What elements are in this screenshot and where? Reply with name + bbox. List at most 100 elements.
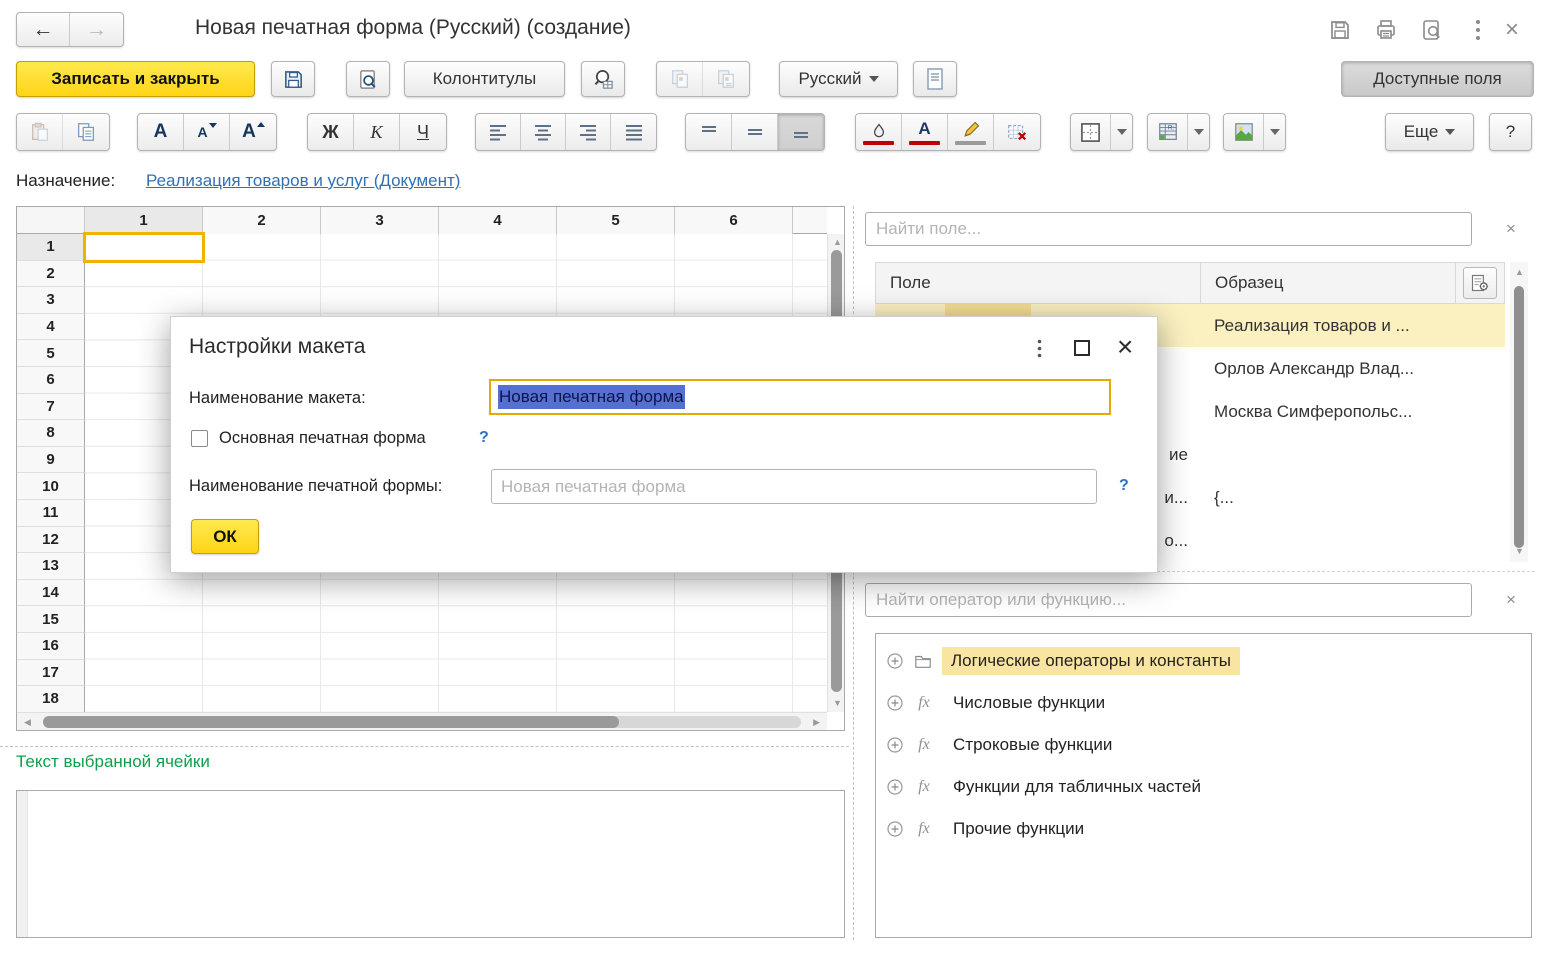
horizontal-splitter[interactable] <box>0 746 849 747</box>
grid-row-header[interactable]: 16 <box>17 633 85 660</box>
named-areas-button[interactable]: R: <box>1148 114 1188 150</box>
grid-row-header[interactable]: 1 <box>17 234 85 261</box>
grid-row-header[interactable]: 6 <box>17 367 85 394</box>
available-fields-button[interactable]: Доступные поля <box>1341 61 1534 97</box>
align-right-button[interactable] <box>566 114 611 150</box>
align-center-button[interactable] <box>521 114 566 150</box>
fields-scrollbar[interactable]: ▲ ▼ <box>1510 262 1528 562</box>
layout-name-input[interactable]: Новая печатная форма <box>489 379 1111 415</box>
tree-item[interactable]: fxФункции для табличных частей <box>876 766 1531 808</box>
language-select[interactable]: Русский <box>779 61 898 97</box>
grid-row-header[interactable]: 18 <box>17 686 85 713</box>
grid-row-header[interactable]: 3 <box>17 287 85 314</box>
grid-row-header[interactable]: 5 <box>17 340 85 367</box>
grid-row-header[interactable]: 14 <box>17 580 85 607</box>
grid-row-header[interactable]: 7 <box>17 394 85 421</box>
expand-icon[interactable] <box>886 778 904 796</box>
borders-button[interactable] <box>1071 114 1111 150</box>
grid-hscroll-thumb[interactable] <box>43 716 619 728</box>
grid-row-header[interactable]: 8 <box>17 420 85 447</box>
italic-button[interactable]: К <box>354 114 400 150</box>
underline-button[interactable]: Ч <box>400 114 446 150</box>
close-window-button[interactable]: × <box>1498 16 1526 44</box>
tree-item[interactable]: fxПрочие функции <box>876 808 1531 850</box>
find-button[interactable] <box>581 61 625 97</box>
save-window-button[interactable] <box>1326 16 1354 44</box>
save-and-close-button[interactable]: Записать и закрыть <box>16 61 255 97</box>
bold-button[interactable]: Ж <box>308 114 354 150</box>
grid-horizontal-scrollbar[interactable]: ◀ ▶ <box>17 712 827 730</box>
dialog-close-button[interactable]: × <box>1117 331 1133 363</box>
print-window-button[interactable] <box>1372 16 1400 44</box>
valign-top-button[interactable] <box>686 114 732 150</box>
clear-format-button[interactable] <box>994 114 1040 150</box>
page-settings-button[interactable] <box>913 61 957 97</box>
scroll-down-icon[interactable]: ▼ <box>833 699 842 708</box>
copy-format-button[interactable] <box>657 62 703 96</box>
scroll-up-icon[interactable]: ▲ <box>1515 268 1524 277</box>
back-button[interactable]: ← <box>17 13 70 46</box>
save-button[interactable] <box>271 61 315 97</box>
font-smaller-button[interactable]: A <box>184 114 230 150</box>
valign-middle-button[interactable] <box>732 114 778 150</box>
grid-column-header[interactable]: 4 <box>439 207 557 234</box>
grid-column-header[interactable]: 1 <box>85 207 203 234</box>
copy-button[interactable] <box>63 114 109 150</box>
dialog-more-button[interactable] <box>1029 337 1049 359</box>
table-settings-button[interactable] <box>1463 267 1497 299</box>
fields-scroll-thumb[interactable] <box>1514 286 1524 548</box>
help-question-icon[interactable]: ? <box>479 429 489 447</box>
grid-row-header[interactable]: 2 <box>17 261 85 288</box>
grid-column-header[interactable]: 2 <box>203 207 321 234</box>
border-color-button[interactable] <box>948 114 994 150</box>
more-window-button[interactable] <box>1464 16 1492 44</box>
scroll-left-icon[interactable]: ◀ <box>24 718 31 727</box>
paste-format-button[interactable] <box>703 62 749 96</box>
named-areas-caret[interactable] <box>1188 114 1209 150</box>
assignment-link[interactable]: Реализация товаров и услуг (Документ) <box>146 171 460 191</box>
fill-color-button[interactable] <box>856 114 902 150</box>
tree-item[interactable]: fxСтроковые функции <box>876 724 1531 766</box>
help-question-icon[interactable]: ? <box>1119 477 1129 495</box>
borders-caret[interactable] <box>1111 114 1132 150</box>
font-button[interactable]: A <box>138 114 184 150</box>
search-function-input[interactable] <box>865 583 1472 617</box>
grid-row-header[interactable]: 10 <box>17 473 85 500</box>
grid-column-header[interactable]: 6 <box>675 207 793 234</box>
preview-window-button[interactable] <box>1418 16 1446 44</box>
print-preview-button[interactable] <box>346 61 390 97</box>
clear-search-icon[interactable]: × <box>1502 220 1520 238</box>
grid-row-header[interactable]: 13 <box>17 553 85 580</box>
expand-icon[interactable] <box>886 694 904 712</box>
dialog-maximize-button[interactable] <box>1074 340 1090 356</box>
paste-button[interactable] <box>17 114 63 150</box>
clear-search-icon[interactable]: × <box>1502 591 1520 609</box>
selected-cell[interactable] <box>83 232 205 263</box>
more-button[interactable]: Еще <box>1385 113 1474 151</box>
grid-row-header[interactable]: 9 <box>17 447 85 474</box>
grid-row-header[interactable]: 17 <box>17 660 85 687</box>
align-justify-button[interactable] <box>611 114 656 150</box>
grid-row-header[interactable]: 15 <box>17 606 85 633</box>
search-field-input[interactable] <box>865 212 1472 246</box>
grid-column-header[interactable]: 5 <box>557 207 675 234</box>
expand-icon[interactable] <box>886 736 904 754</box>
main-print-form-checkbox[interactable] <box>191 430 208 447</box>
tree-item[interactable]: Логические операторы и константы <box>876 640 1531 682</box>
grid-column-header[interactable]: 3 <box>321 207 439 234</box>
forward-button[interactable]: → <box>70 13 123 46</box>
grid-hscroll-track[interactable] <box>43 716 801 728</box>
ok-button[interactable]: ОК <box>191 519 259 554</box>
align-left-button[interactable] <box>476 114 521 150</box>
help-button[interactable]: ? <box>1489 113 1532 151</box>
font-color-button[interactable]: A <box>902 114 948 150</box>
valign-bottom-button[interactable] <box>778 114 824 150</box>
picture-caret[interactable] <box>1264 114 1285 150</box>
grid-row-header[interactable]: 11 <box>17 500 85 527</box>
print-form-name-input[interactable] <box>491 469 1097 504</box>
expand-icon[interactable] <box>886 820 904 838</box>
scroll-down-icon[interactable]: ▼ <box>1515 547 1524 556</box>
scroll-right-icon[interactable]: ▶ <box>813 718 820 727</box>
scroll-up-icon[interactable]: ▲ <box>833 238 842 247</box>
grid-corner[interactable] <box>17 207 85 234</box>
